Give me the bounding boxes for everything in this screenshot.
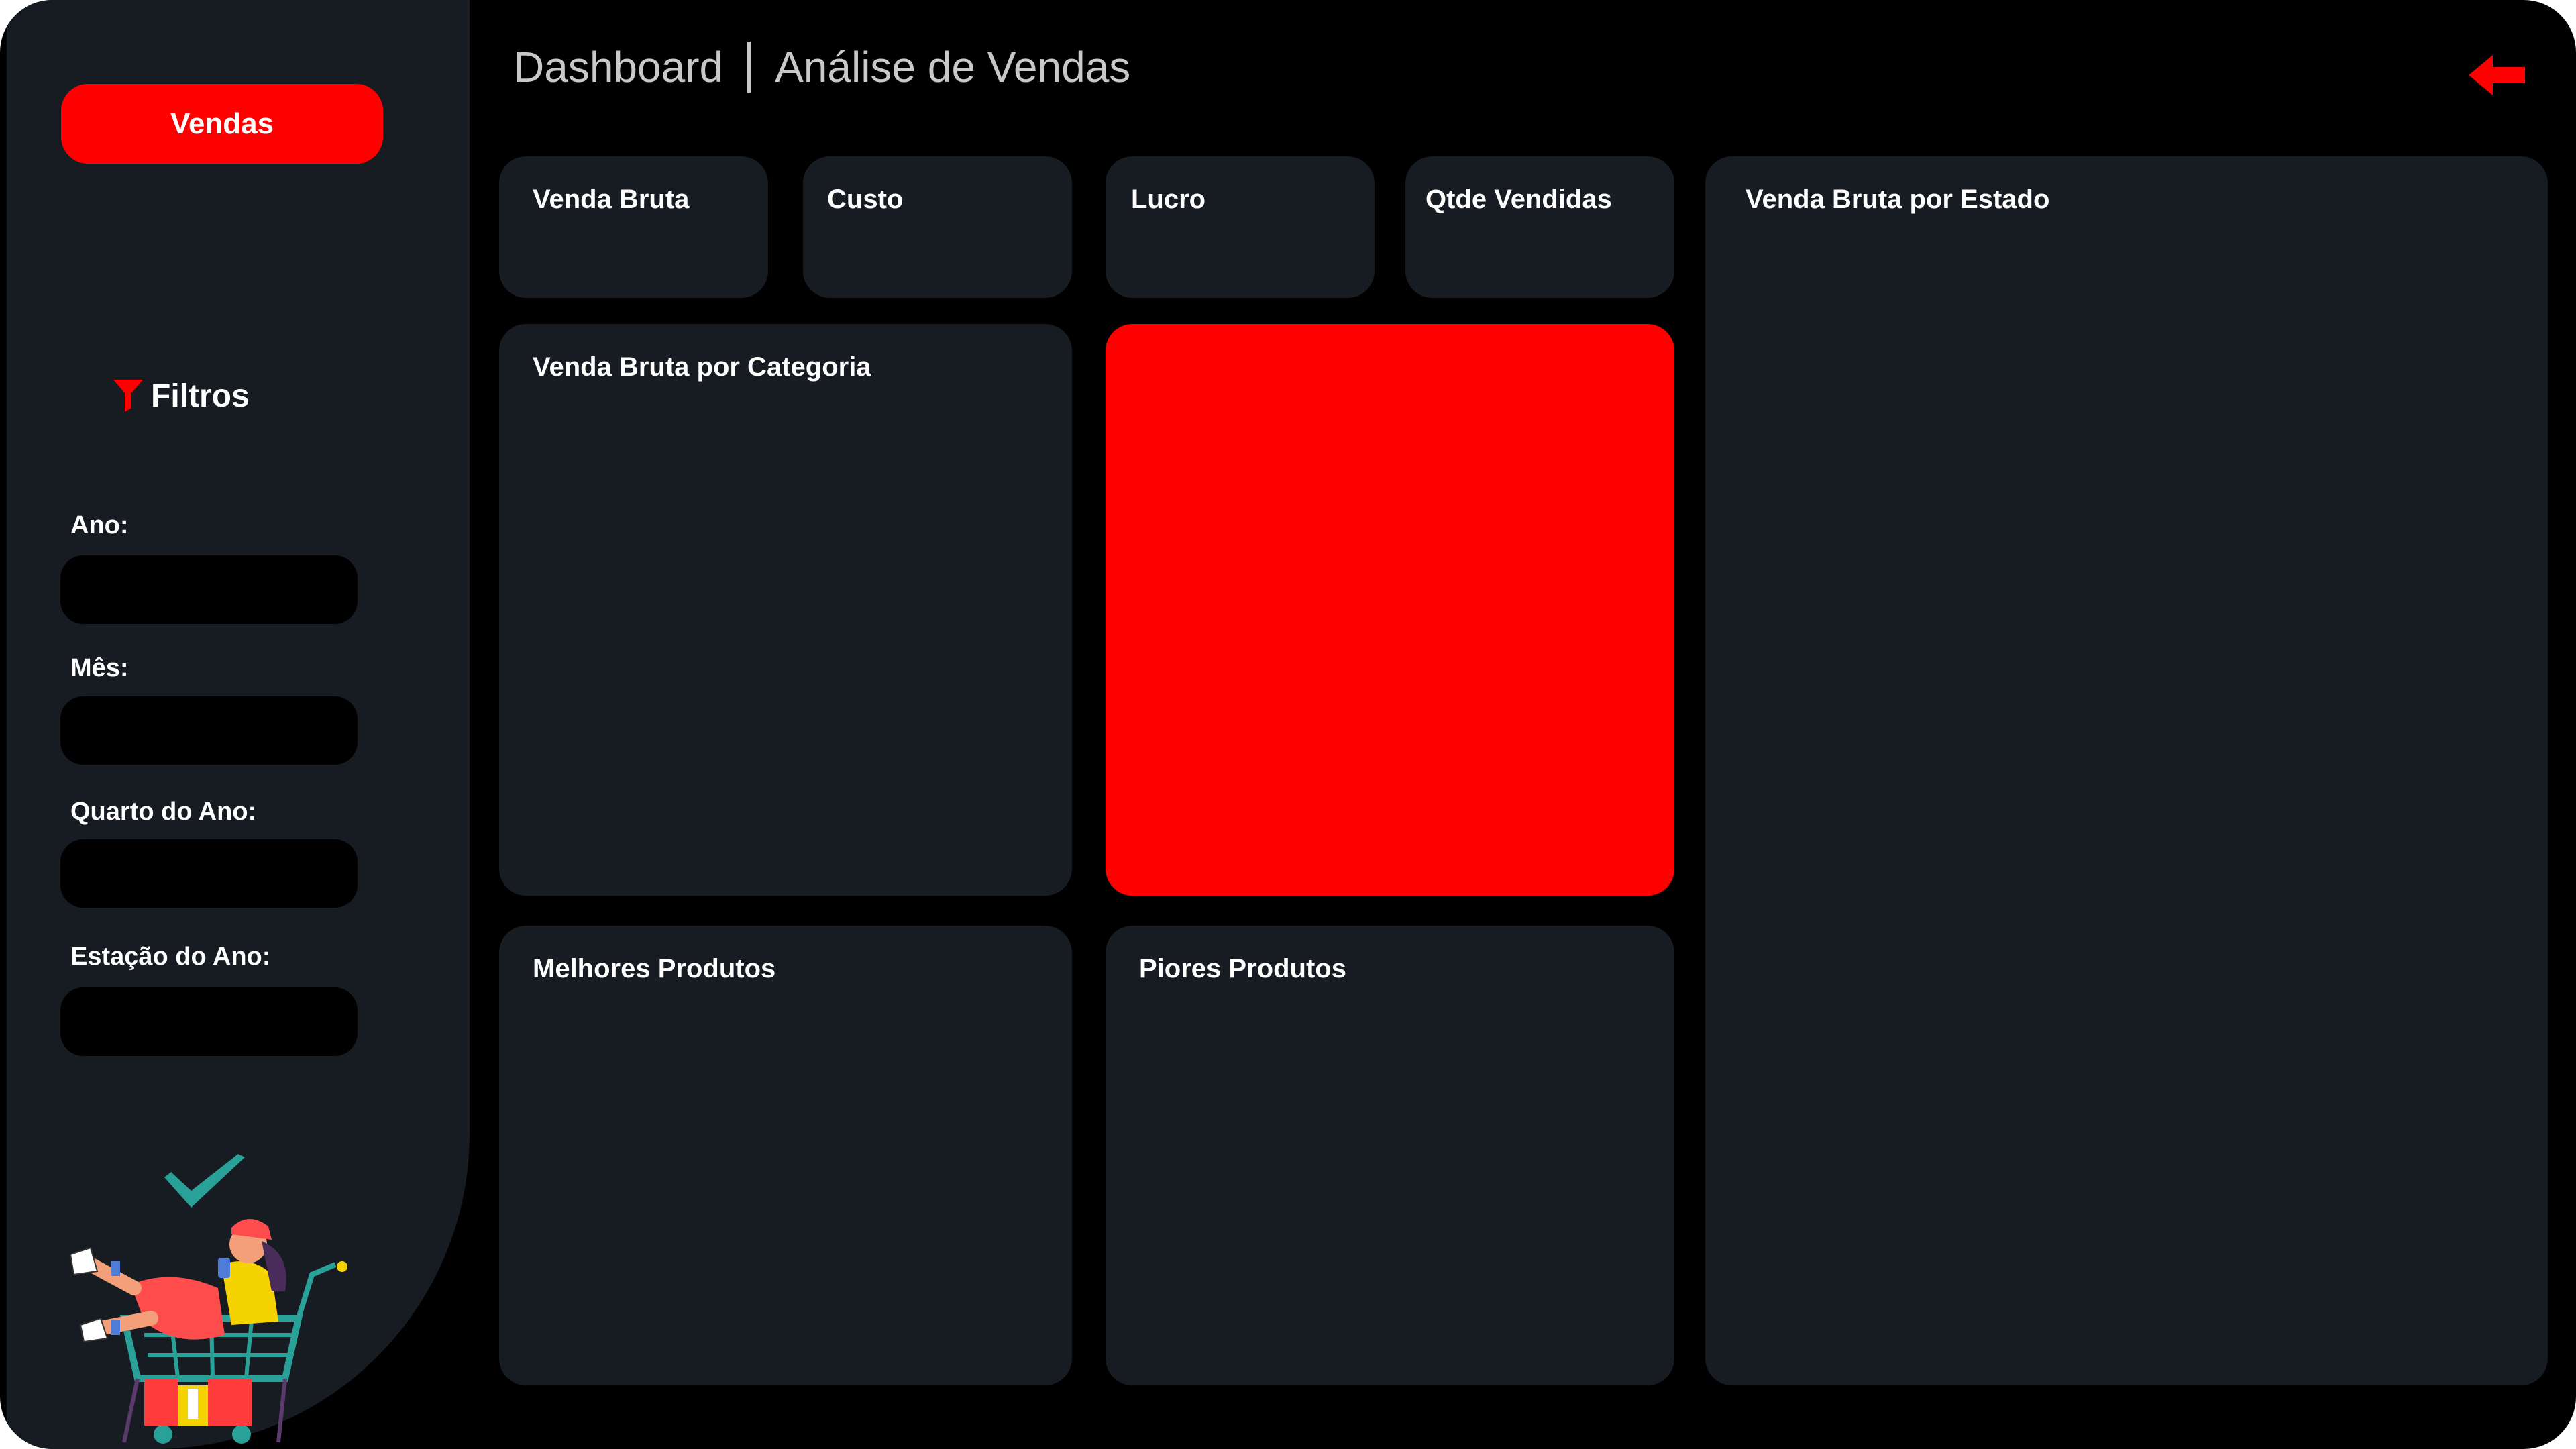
panel-estado-title: Venda Bruta por Estado <box>1746 184 2050 214</box>
arrow-left-icon[interactable] <box>2469 54 2529 97</box>
filter-label-ano: Ano: <box>70 511 129 539</box>
panel-venda-bruta-estado: Venda Bruta por Estado <box>1705 156 2548 1385</box>
filters-title: Filtros <box>151 378 250 414</box>
panel-melhores-title: Melhores Produtos <box>533 954 776 983</box>
highlight-panel <box>1106 324 1674 896</box>
kpi-card-lucro: Lucro <box>1106 156 1375 298</box>
vendas-button[interactable]: Vendas <box>61 84 383 164</box>
kpi-venda-bruta-title: Venda Bruta <box>533 184 690 214</box>
filter-label-estacao: Estação do Ano: <box>70 943 271 971</box>
panel-piores-title: Piores Produtos <box>1139 954 1346 983</box>
filter-label-quarto: Quarto do Ano: <box>70 798 257 826</box>
filter-quarto-select[interactable] <box>60 839 358 908</box>
header-divider <box>747 42 751 93</box>
app-window: Vendas Filtros Ano: Mês: Quarto do Ano: … <box>0 0 2576 1449</box>
funnel-icon <box>113 380 143 412</box>
panel-piores-produtos: Piores Produtos <box>1106 926 1674 1385</box>
filter-mes-select[interactable] <box>60 696 358 765</box>
page-subtitle: Análise de Vendas <box>775 43 1131 91</box>
page-title: Dashboard <box>513 43 724 91</box>
filter-estacao-select[interactable] <box>60 987 358 1056</box>
kpi-lucro-title: Lucro <box>1131 184 1206 214</box>
kpi-custo-title: Custo <box>827 184 904 214</box>
filters-heading: Filtros <box>112 372 250 419</box>
panel-venda-bruta-categoria: Venda Bruta por Categoria <box>499 324 1072 896</box>
page-header: Dashboard Análise de Vendas <box>513 37 1130 97</box>
sidebar: Vendas Filtros Ano: Mês: Quarto do Ano: … <box>7 0 470 1449</box>
panel-categoria-title: Venda Bruta por Categoria <box>533 352 871 382</box>
shopping-cart-illustration <box>70 1154 347 1444</box>
kpi-qtde-title: Qtde Vendidas <box>1426 184 1612 214</box>
filter-ano-select[interactable] <box>60 555 358 624</box>
panel-melhores-produtos: Melhores Produtos <box>499 926 1072 1385</box>
filter-label-mes: Mês: <box>70 654 129 682</box>
kpi-card-custo: Custo <box>803 156 1072 298</box>
kpi-card-venda-bruta: Venda Bruta <box>499 156 768 298</box>
kpi-card-qtde: Qtde Vendidas <box>1405 156 1674 298</box>
